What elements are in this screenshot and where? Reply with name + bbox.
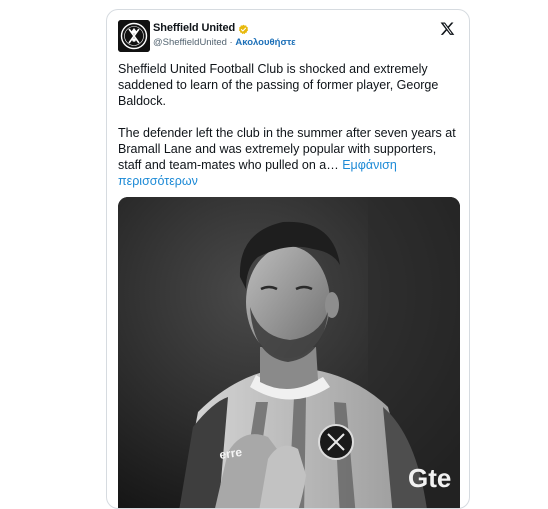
tweet-paragraph-1: Sheffield United Football Club is shocke… [118,62,439,108]
x-logo-icon[interactable] [440,21,455,36]
tweet-photo[interactable]: Gte erre [118,197,460,508]
follow-link[interactable]: Ακολουθήστε [235,37,295,48]
author-name-row: Sheffield United [153,20,249,35]
tweet-paragraph-2: The defender left the club in the summer… [118,125,463,189]
handle-row: @SheffieldUnited · Ακολουθήστε [153,37,296,48]
handle[interactable]: @SheffieldUnited [153,37,227,48]
player-photo: Gte erre [118,197,460,508]
display-name[interactable]: Sheffield United [153,22,235,34]
tweet-paragraph-2-text: The defender left the club in the summer… [118,126,456,172]
club-crest-icon [118,20,150,52]
tweet-text: Sheffield United Football Club is shocke… [118,61,463,189]
photo-sponsor-text: Gte [408,463,451,493]
separator: · [229,37,233,48]
verified-badge-icon [238,22,249,35]
tweet-card: Sheffield United @SheffieldUnited · Ακολ… [106,9,470,509]
avatar[interactable] [118,20,150,52]
